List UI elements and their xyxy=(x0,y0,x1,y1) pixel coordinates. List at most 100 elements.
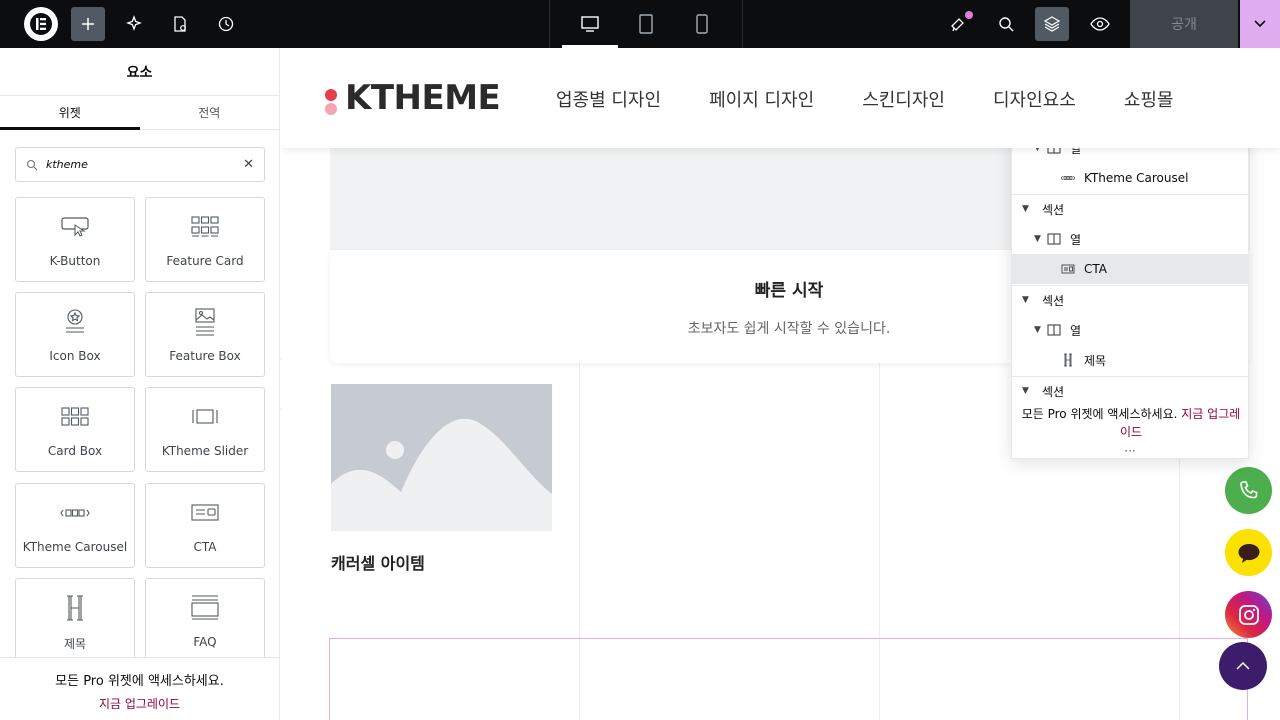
navigator-row-column[interactable]: ▼ 열 xyxy=(1012,224,1248,254)
nav-item-industry-design[interactable]: 업종별 디자인 xyxy=(556,86,661,112)
caret-down-icon[interactable]: ▼ xyxy=(1034,325,1046,335)
widget-ktheme-slider[interactable]: KTheme Slider xyxy=(145,387,265,472)
desktop-view-icon[interactable] xyxy=(562,0,618,48)
heading-icon xyxy=(64,593,86,623)
caret-down-icon[interactable]: ▼ xyxy=(1022,204,1034,214)
column-icon xyxy=(1046,323,1062,337)
navigator-row-label: 열 xyxy=(1070,323,1082,338)
ai-sparkle-icon[interactable] xyxy=(117,7,151,41)
widget-label: KTheme Carousel xyxy=(22,540,128,554)
widget-label: Feature Box xyxy=(169,349,241,363)
widget-label: FAQ xyxy=(193,635,217,649)
navigator-row-label: 섹션 xyxy=(1042,384,1065,399)
nav-item-design-elements[interactable]: 디자인요소 xyxy=(993,86,1076,112)
tab-global[interactable]: 전역 xyxy=(140,96,280,129)
pro-upgrade-banner: 모든 Pro 위젯에 액세스하세요. 지금 업그레이드 xyxy=(0,657,279,720)
navigator-pro-promo: 모든 Pro 위젯에 액세스하세요. 지금 업그레이드 xyxy=(1020,405,1242,441)
site-nav: 업종별 디자인 페이지 디자인 스킨디자인 디자인요소 쇼핑몰 xyxy=(556,86,1174,112)
heading-icon xyxy=(1060,353,1076,367)
scroll-top-button[interactable] xyxy=(1219,642,1267,690)
widget-label: Icon Box xyxy=(49,349,101,363)
chevron-up-icon xyxy=(1236,661,1250,670)
pro-upgrade-text: 모든 Pro 위젯에 액세스하세요. xyxy=(55,674,224,689)
more-options-icon[interactable]: ··· xyxy=(1012,444,1248,458)
nav-item-skin-design[interactable]: 스킨디자인 xyxy=(862,86,945,112)
elements-panel: 요소 위젯 전역 ktheme ✕ K-Button Feature Card … xyxy=(0,48,280,720)
instagram-button[interactable] xyxy=(1225,591,1272,638)
logo-text: KTHEME xyxy=(345,78,501,118)
caret-down-icon[interactable]: ▼ xyxy=(1022,295,1034,305)
navigator-row-label: 섹션 xyxy=(1042,293,1065,308)
search-icon xyxy=(26,159,38,170)
preview-eye-icon[interactable] xyxy=(1083,7,1117,41)
widget-feature-box[interactable]: Feature Box xyxy=(145,292,265,377)
tablet-view-icon[interactable] xyxy=(618,0,674,48)
widget-label: CTA xyxy=(193,540,217,554)
navigator-row-ktheme-carousel[interactable]: KTheme Carousel xyxy=(1012,163,1248,193)
widget-label: Card Box xyxy=(47,444,103,458)
caret-down-icon[interactable]: ▼ xyxy=(1022,386,1034,396)
panel-tabs: 위젯 전역 xyxy=(0,96,279,130)
card-grid-icon xyxy=(61,402,89,432)
nav-item-page-design[interactable]: 페이지 디자인 xyxy=(709,86,814,112)
phone-icon xyxy=(1239,480,1257,498)
structure-navigator: 구조 ✕ ▼ 열 KTheme Carousel ▼ 섹션 ▼ 열 CTA ▼ … xyxy=(1011,100,1249,459)
widget-cta[interactable]: CTA xyxy=(145,483,265,568)
mobile-view-icon[interactable] xyxy=(674,0,730,48)
publish-button[interactable]: 공개 xyxy=(1130,0,1238,48)
upgrade-link[interactable]: 지금 업그레이드 xyxy=(0,695,279,712)
widget-search-box[interactable]: ktheme ✕ xyxy=(15,147,265,182)
navigator-row-cta[interactable]: CTA xyxy=(1012,254,1248,284)
pointer-button-icon xyxy=(60,212,90,242)
site-header: KTHEME 업종별 디자인 페이지 디자인 스킨디자인 디자인요소 쇼핑몰 xyxy=(281,48,1280,148)
navigator-row-section[interactable]: ▼ 섹션 xyxy=(1012,285,1248,315)
tab-widgets[interactable]: 위젯 xyxy=(0,96,140,129)
clear-search-icon[interactable]: ✕ xyxy=(243,157,254,172)
carousel-icon xyxy=(1060,171,1076,185)
navigator-row-column[interactable]: ▼ 열 xyxy=(1012,315,1248,345)
navigator-row-section[interactable]: ▼ 섹션 xyxy=(1012,376,1248,406)
editor-topbar: 공개 xyxy=(0,0,1280,48)
navigator-row-label: 섹션 xyxy=(1042,202,1065,217)
panel-title: 요소 xyxy=(0,48,279,96)
widget-icon-box[interactable]: Icon Box xyxy=(15,292,135,377)
navigator-row-section[interactable]: ▼ 섹션 xyxy=(1012,194,1248,224)
image-box-icon xyxy=(193,307,217,337)
kakao-button[interactable] xyxy=(1225,529,1272,576)
instagram-icon xyxy=(1238,604,1259,625)
cta-icon xyxy=(191,498,219,528)
phone-button[interactable] xyxy=(1225,467,1272,514)
history-icon[interactable] xyxy=(209,7,243,41)
add-element-button[interactable] xyxy=(71,7,105,41)
carousel-image-placeholder[interactable] xyxy=(331,384,552,531)
navigator-row-heading[interactable]: 제목 xyxy=(1012,345,1248,375)
grid-cards-icon xyxy=(191,212,219,242)
caret-down-icon[interactable]: ▼ xyxy=(1034,234,1046,244)
page-settings-icon[interactable] xyxy=(163,7,197,41)
nav-item-shop[interactable]: 쇼핑몰 xyxy=(1124,86,1174,112)
widget-label: Feature Card xyxy=(166,254,244,268)
search-input[interactable]: ktheme xyxy=(46,158,243,171)
widget-label: K-Button xyxy=(49,254,101,268)
slider-icon xyxy=(191,402,219,432)
cta-icon xyxy=(1060,262,1076,276)
widget-ktheme-carousel[interactable]: KTheme Carousel xyxy=(15,483,135,568)
carousel-icon xyxy=(60,498,90,528)
navigator-promo-text: 모든 Pro 위젯에 액세스하세요. xyxy=(1021,407,1178,421)
widget-card-box[interactable]: Card Box xyxy=(15,387,135,472)
widget-label: KTheme Slider xyxy=(161,444,249,458)
elementor-logo-icon[interactable] xyxy=(24,7,58,41)
search-icon[interactable] xyxy=(989,7,1023,41)
chat-bubble-icon xyxy=(1238,543,1259,563)
widget-label: 제목 xyxy=(63,637,87,651)
widget-k-button[interactable]: K-Button xyxy=(15,197,135,282)
navigator-row-label: 제목 xyxy=(1084,353,1107,368)
navigator-row-label: KTheme Carousel xyxy=(1084,171,1189,185)
widget-feature-card[interactable]: Feature Card xyxy=(145,197,265,282)
site-logo[interactable]: KTHEME xyxy=(323,78,501,118)
widget-faq[interactable]: FAQ xyxy=(145,578,265,663)
structure-layers-icon[interactable] xyxy=(1035,7,1069,41)
widget-heading[interactable]: 제목 xyxy=(15,578,135,663)
publish-options-button[interactable] xyxy=(1240,0,1280,48)
selected-section-outline[interactable] xyxy=(329,638,1248,720)
